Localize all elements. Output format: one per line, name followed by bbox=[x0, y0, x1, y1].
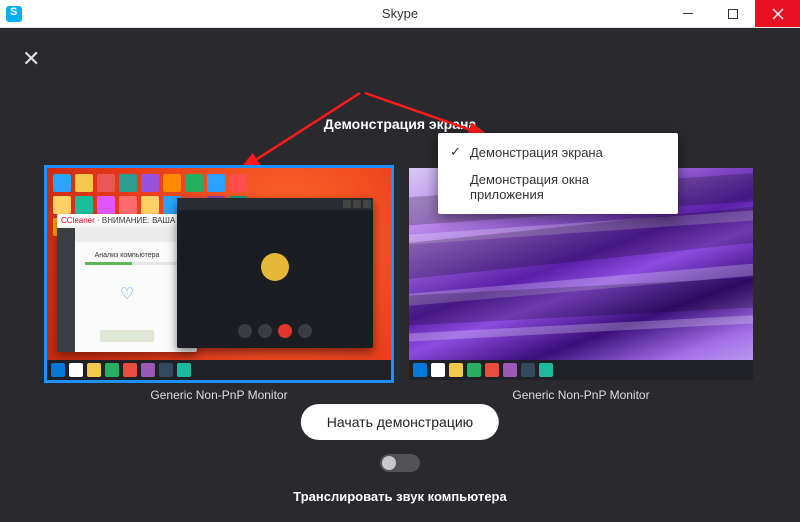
close-panel-button[interactable]: ✕ bbox=[22, 46, 40, 72]
share-audio-toggle[interactable] bbox=[380, 454, 420, 472]
desktop-preview-1: CCleaner · ВНИМАНИЕ: ВАША КОНФИДЕНЦИАЛЬН… bbox=[47, 168, 391, 380]
monitor-label-2: Generic Non-PnP Monitor bbox=[409, 388, 753, 402]
share-mode-heading[interactable]: Демонстрация экрана bbox=[324, 116, 477, 132]
skype-call-window bbox=[177, 198, 373, 348]
ccleaner-window: Анализ компьютера ♡ bbox=[57, 228, 197, 352]
share-audio-label: Транслировать звук компьютера bbox=[293, 489, 506, 504]
window-close-button[interactable] bbox=[755, 0, 800, 27]
window-titlebar: Skype bbox=[0, 0, 800, 28]
window-minimize-button[interactable] bbox=[665, 0, 710, 27]
menu-item-share-screen[interactable]: Демонстрация экрана bbox=[438, 139, 678, 166]
monitor-thumbnail-1[interactable]: CCleaner · ВНИМАНИЕ: ВАША КОНФИДЕНЦИАЛЬН… bbox=[47, 168, 391, 380]
taskbar-preview-1 bbox=[47, 360, 391, 380]
window-title: Skype bbox=[382, 6, 418, 21]
menu-item-share-window[interactable]: Демонстрация окна приложения bbox=[438, 166, 678, 208]
share-screen-panel: ✕ Демонстрация экрана Демонстрация экран… bbox=[0, 28, 800, 522]
avatar-icon bbox=[261, 253, 289, 281]
start-sharing-button[interactable]: Начать демонстрацию bbox=[301, 404, 499, 440]
share-mode-menu: Демонстрация экрана Демонстрация окна пр… bbox=[438, 133, 678, 214]
skype-logo-icon bbox=[6, 6, 22, 22]
window-controls bbox=[665, 0, 800, 27]
monitor-option-1: CCleaner · ВНИМАНИЕ: ВАША КОНФИДЕНЦИАЛЬН… bbox=[47, 168, 391, 402]
monitor-label-1: Generic Non-PnP Monitor bbox=[47, 388, 391, 402]
taskbar-preview-2 bbox=[409, 360, 753, 380]
window-maximize-button[interactable] bbox=[710, 0, 755, 27]
